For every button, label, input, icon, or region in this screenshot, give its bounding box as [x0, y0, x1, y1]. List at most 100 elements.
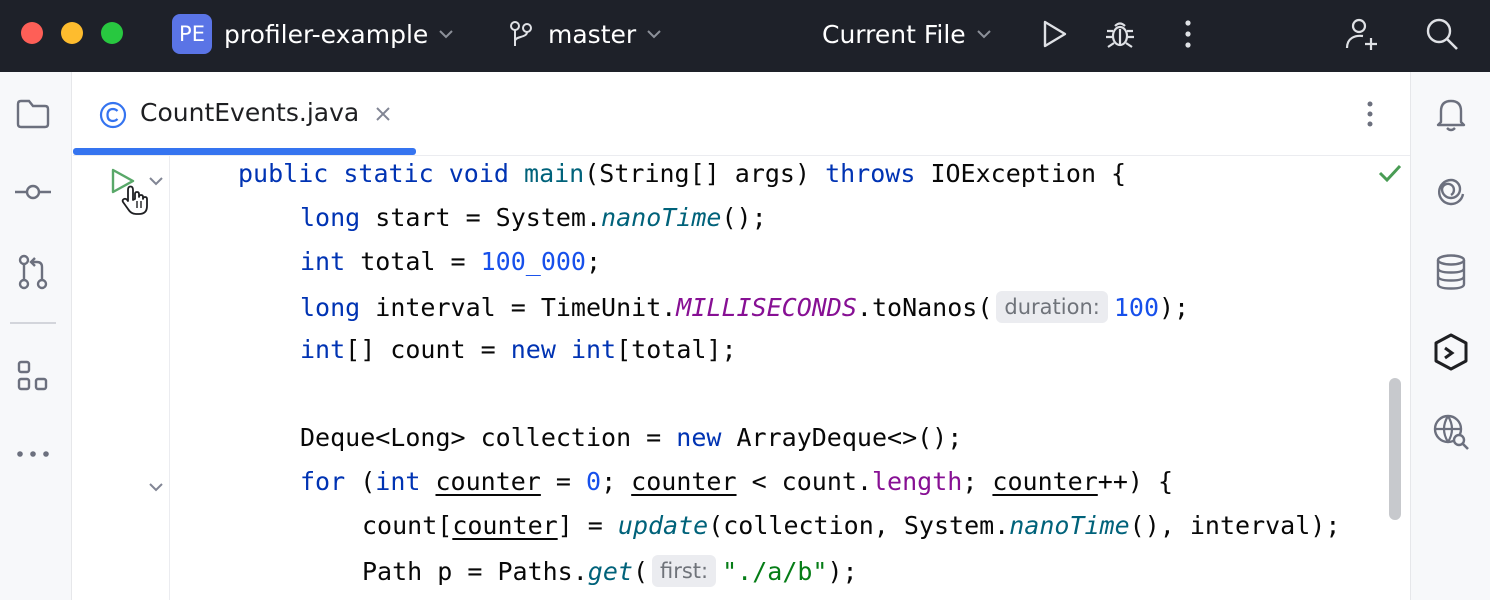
code-token: count[ — [362, 511, 453, 540]
gradle-icon — [1434, 333, 1468, 371]
ai-assistant-icon — [1438, 178, 1465, 206]
code-token: (); — [721, 203, 767, 232]
code-token: int — [300, 335, 346, 364]
close-window-button[interactable] — [21, 22, 43, 44]
code-token: main — [524, 159, 585, 188]
tab-actions-button[interactable] — [1355, 96, 1385, 132]
more-horizontal-icon — [17, 451, 49, 457]
tab-label: CountEvents.java — [140, 98, 360, 127]
left-tool-window-bar — [0, 72, 72, 600]
run-icon — [1043, 20, 1067, 48]
code-token: [total]; — [616, 335, 737, 364]
code-token: ArrayDeque<>(); — [721, 423, 963, 452]
search-icon — [1426, 18, 1458, 50]
run-gutter-icon[interactable] — [109, 166, 167, 216]
code-token: counter — [435, 467, 541, 496]
chevron-down-icon — [439, 30, 453, 39]
project-tool-button[interactable] — [13, 94, 53, 134]
code-token: (String[] args) — [584, 159, 826, 188]
code-token: new — [676, 423, 722, 452]
parameter-hint: duration: — [996, 291, 1108, 323]
pull-request-icon — [18, 254, 48, 290]
structure-icon — [17, 360, 48, 391]
more-actions-button[interactable] — [1170, 16, 1206, 52]
code-token: ( — [345, 467, 376, 496]
code-token: ); — [827, 557, 858, 586]
pull-requests-tool-button[interactable] — [13, 252, 53, 292]
zoom-window-button[interactable] — [101, 22, 123, 44]
code-token: void — [448, 159, 509, 188]
commit-tool-button[interactable] — [13, 172, 53, 212]
tab-counteventsjava[interactable]: CountEvents.java — [73, 72, 416, 156]
run-configuration-selector[interactable]: Current File — [822, 14, 992, 54]
code-line: int total = 100_000; — [300, 247, 601, 291]
branch-name: master — [548, 19, 637, 49]
project-selector[interactable]: PE profiler-example — [172, 14, 454, 54]
code-token: ] = — [557, 511, 618, 540]
endpoints-tool-button[interactable] — [1431, 412, 1471, 452]
title-bar: PE profiler-example master Current File — [0, 0, 1490, 72]
class-icon — [99, 101, 127, 129]
project-name: profiler-example — [224, 19, 429, 49]
code-token: "./a/b" — [722, 557, 828, 586]
code-token: 100 — [1113, 293, 1159, 322]
endpoints-globe-icon — [1433, 414, 1469, 450]
code-token: ++) { — [1097, 467, 1174, 496]
code-token: [] count = — [345, 335, 511, 364]
code-token: ; — [585, 247, 602, 276]
search-everywhere-button[interactable] — [1424, 16, 1460, 52]
more-tool-windows-button[interactable] — [13, 434, 53, 474]
minimize-window-button[interactable] — [61, 22, 83, 44]
add-user-icon — [1345, 18, 1377, 50]
code-line: public static void main(String[] args) t… — [238, 159, 1126, 203]
code-token: long — [300, 203, 361, 232]
code-with-me-button[interactable] — [1344, 16, 1380, 52]
code-token: for — [300, 467, 346, 496]
code-token: (collection, System. — [708, 511, 1010, 540]
code-token: int — [375, 467, 421, 496]
editor-gutter — [73, 156, 170, 600]
database-icon — [1436, 254, 1466, 290]
code-token: new — [510, 335, 556, 364]
notifications-tool-button[interactable] — [1431, 94, 1471, 134]
code-token: .toNanos( — [856, 293, 993, 322]
code-token: (), interval); — [1129, 511, 1341, 540]
ai-assistant-tool-button[interactable] — [1431, 172, 1471, 212]
folder-icon — [16, 99, 50, 129]
run-button[interactable] — [1036, 16, 1072, 52]
debug-button[interactable] — [1102, 16, 1138, 52]
code-token: Path p = Paths. — [362, 557, 588, 586]
toolbar-separator — [10, 322, 56, 324]
code-token: update — [617, 511, 709, 540]
code-token: ; — [601, 467, 632, 496]
database-tool-button[interactable] — [1431, 252, 1471, 292]
code-token: interval = TimeUnit. — [360, 293, 677, 322]
code-token: ; — [962, 467, 993, 496]
close-icon[interactable] — [373, 104, 393, 124]
vertical-scrollbar-thumb[interactable] — [1389, 378, 1401, 520]
code-token: ( — [632, 557, 648, 586]
code-token: int — [300, 247, 346, 276]
code-token: total = — [345, 247, 481, 276]
code-token: = — [540, 467, 586, 496]
code-editor[interactable]: public static void main(String[] args) t… — [171, 156, 1410, 600]
project-badge: PE — [172, 14, 212, 54]
code-token: nanoTime — [1009, 511, 1130, 540]
code-line: long interval = TimeUnit.MILLISECONDS.to… — [300, 291, 1189, 335]
code-token: int — [570, 335, 617, 364]
fold-chevron-icon[interactable] — [147, 480, 165, 494]
code-token: counter — [631, 467, 737, 496]
branch-selector[interactable]: master — [508, 14, 662, 54]
code-token: counter — [992, 467, 1098, 496]
code-token: counter — [452, 511, 558, 540]
structure-tool-button[interactable] — [13, 356, 53, 396]
gradle-tool-button[interactable] — [1431, 332, 1471, 372]
code-token: long — [300, 293, 361, 322]
code-token: get — [587, 557, 633, 586]
editor-tab-bar: CountEvents.java — [73, 72, 1410, 156]
no-problems-check-icon[interactable] — [1377, 162, 1403, 184]
